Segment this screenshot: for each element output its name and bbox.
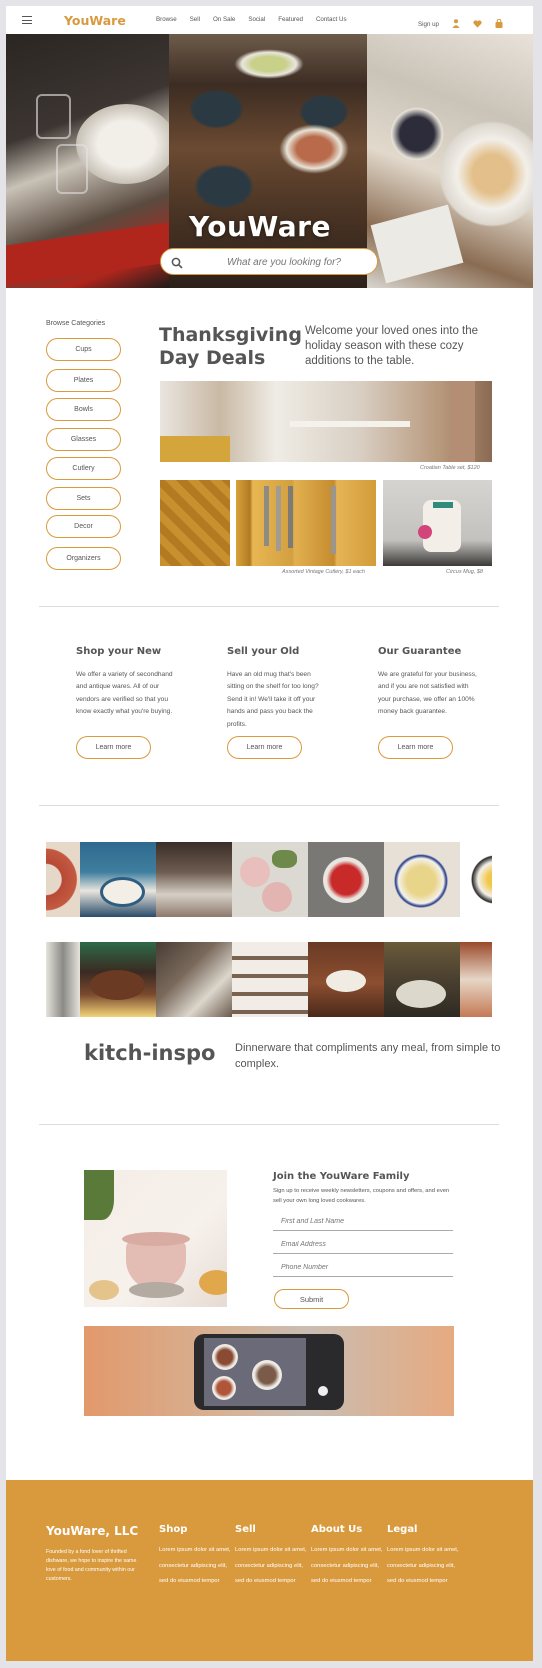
- search-icon[interactable]: [171, 256, 183, 269]
- bag-icon[interactable]: [495, 15, 503, 33]
- category-plates-button[interactable]: Plates: [46, 369, 121, 392]
- heart-icon[interactable]: [473, 15, 482, 33]
- footer-about-title[interactable]: About Us: [311, 1524, 386, 1535]
- circus-mug-image[interactable]: [383, 480, 492, 566]
- signup-link[interactable]: Sign up: [418, 21, 439, 28]
- inspo-image[interactable]: [460, 942, 492, 1017]
- hero-title: YouWare: [189, 210, 331, 243]
- shop-info: Shop your New We offer a variety of seco…: [76, 646, 176, 719]
- cutlery-tray-image-2[interactable]: [236, 480, 376, 566]
- sell-info-text: Have an old mug that's been sitting on t…: [227, 671, 319, 728]
- hero-image-pancakes: [367, 34, 533, 288]
- guarantee-learn-more-button[interactable]: Learn more: [378, 736, 453, 759]
- footer-legal-title[interactable]: Legal: [387, 1524, 462, 1535]
- cutlery-caption: Assorted Vintage Cutlery, $1 each: [282, 569, 365, 575]
- guarantee-info-title: Our Guarantee: [378, 646, 462, 657]
- inspo-image[interactable]: [156, 942, 232, 1017]
- guarantee-info: Our Guarantee We are grateful for your b…: [378, 646, 478, 719]
- category-cups-button[interactable]: Cups: [46, 338, 121, 361]
- hero-image-glasses: [6, 34, 169, 288]
- cookware-image: [84, 1170, 227, 1307]
- shop-learn-more-button[interactable]: Learn more: [76, 736, 151, 759]
- nav-link-sell[interactable]: Sell: [190, 16, 200, 23]
- sell-learn-more-button[interactable]: Learn more: [227, 736, 302, 759]
- nav-link-browse[interactable]: Browse: [156, 16, 177, 23]
- inspo-image[interactable]: [308, 842, 384, 917]
- footer-legal-text: Lorem ipsum dolor sit amet, consectetur …: [387, 1547, 459, 1584]
- nav-links: Browse Sell On Sale Social Featured Cont…: [156, 16, 347, 23]
- hamburger-menu-icon[interactable]: [22, 16, 32, 24]
- footer-sell-title[interactable]: Sell: [235, 1524, 310, 1535]
- mug-caption: Circus Mug, $8: [446, 569, 483, 575]
- category-cutlery-button[interactable]: Cutlery: [46, 457, 121, 480]
- footer-shop-title[interactable]: Shop: [159, 1524, 234, 1535]
- nav-link-on-sale[interactable]: On Sale: [213, 16, 235, 23]
- search-bar[interactable]: [160, 248, 378, 275]
- nav-link-social[interactable]: Social: [248, 16, 265, 23]
- phone-field[interactable]: [273, 1259, 453, 1277]
- logo[interactable]: YouWare: [64, 13, 126, 28]
- category-glasses-button[interactable]: Glasses: [46, 428, 121, 451]
- cutlery-tray-image-1[interactable]: [160, 480, 230, 566]
- inspo-image[interactable]: [232, 942, 308, 1017]
- inspo-image[interactable]: [460, 842, 492, 917]
- section-divider: [39, 805, 499, 806]
- footer-column-shop: Shop Lorem ipsum dolor sit amet, consect…: [159, 1524, 234, 1590]
- table-set-image[interactable]: [160, 381, 492, 462]
- sell-info: Sell your Old Have an old mug that's bee…: [227, 646, 327, 731]
- table-set-caption: Croatian Table set, $120: [420, 465, 480, 471]
- top-nav: YouWare Browse Sell On Sale Social Featu…: [6, 6, 533, 34]
- nav-link-contact-us[interactable]: Contact Us: [316, 16, 347, 23]
- nav-link-featured[interactable]: Featured: [278, 16, 303, 23]
- inspo-image[interactable]: [232, 842, 308, 917]
- categories-heading: Browse Categories: [46, 320, 106, 327]
- join-title: Join the YouWare Family: [273, 1171, 410, 1182]
- footer-column-sell: Sell Lorem ipsum dolor sit amet, consect…: [235, 1524, 310, 1590]
- deals-title: Thanksgiving Day Deals: [159, 324, 302, 369]
- footer-about-text: Founded by a fond lover of thrifted dish…: [46, 1549, 137, 1582]
- footer-column-about: About Us Lorem ipsum dolor sit amet, con…: [311, 1524, 386, 1590]
- page: YouWare Browse Sell On Sale Social Featu…: [6, 6, 533, 1661]
- search-input[interactable]: [199, 253, 369, 271]
- shop-info-title: Shop your New: [76, 646, 162, 657]
- section-divider: [39, 1124, 499, 1125]
- guarantee-info-text: We are grateful for your business, and i…: [378, 671, 477, 716]
- category-organizers-button[interactable]: Organizers: [46, 547, 121, 570]
- sell-info-title: Sell your Old: [227, 646, 300, 657]
- submit-button[interactable]: Submit: [274, 1289, 349, 1309]
- join-description: Sign up to receive weekly newsletters, c…: [273, 1188, 450, 1204]
- nav-actions: Sign up: [418, 15, 503, 33]
- inspo-image[interactable]: [384, 842, 460, 917]
- phone-photo-banner: [84, 1326, 454, 1416]
- email-field[interactable]: [273, 1236, 453, 1254]
- footer-column-legal: Legal Lorem ipsum dolor sit amet, consec…: [387, 1524, 462, 1590]
- inspo-image[interactable]: [80, 842, 156, 917]
- inspo-title: kitch-inspo: [84, 1041, 216, 1065]
- footer-about-col-text: Lorem ipsum dolor sit amet, consectetur …: [311, 1547, 383, 1584]
- inspo-description: Dinnerware that compliments any meal, fr…: [235, 1042, 501, 1070]
- user-icon[interactable]: [452, 15, 460, 33]
- inspo-image[interactable]: [384, 942, 460, 1017]
- category-decor-button[interactable]: Decor: [46, 515, 121, 538]
- inspo-image[interactable]: [308, 942, 384, 1017]
- footer: YouWare, LLC Founded by a fond lover of …: [6, 1480, 533, 1661]
- footer-shop-text: Lorem ipsum dolor sit amet, consectetur …: [159, 1547, 231, 1584]
- hero-banner: YouWare: [6, 34, 533, 288]
- section-divider: [39, 606, 499, 607]
- inspo-image[interactable]: [46, 842, 80, 917]
- shop-info-text: We offer a variety of secondhand and ant…: [76, 671, 173, 716]
- category-sets-button[interactable]: Sets: [46, 487, 121, 510]
- name-field[interactable]: [273, 1213, 453, 1231]
- category-bowls-button[interactable]: Bowls: [46, 398, 121, 421]
- deals-description: Welcome your loved ones into the holiday…: [305, 325, 479, 367]
- inspo-image[interactable]: [80, 942, 156, 1017]
- footer-sell-text: Lorem ipsum dolor sit amet, consectetur …: [235, 1547, 307, 1584]
- inspo-image[interactable]: [46, 942, 80, 1017]
- footer-brand: YouWare, LLC: [46, 1524, 139, 1538]
- inspo-image[interactable]: [156, 842, 232, 917]
